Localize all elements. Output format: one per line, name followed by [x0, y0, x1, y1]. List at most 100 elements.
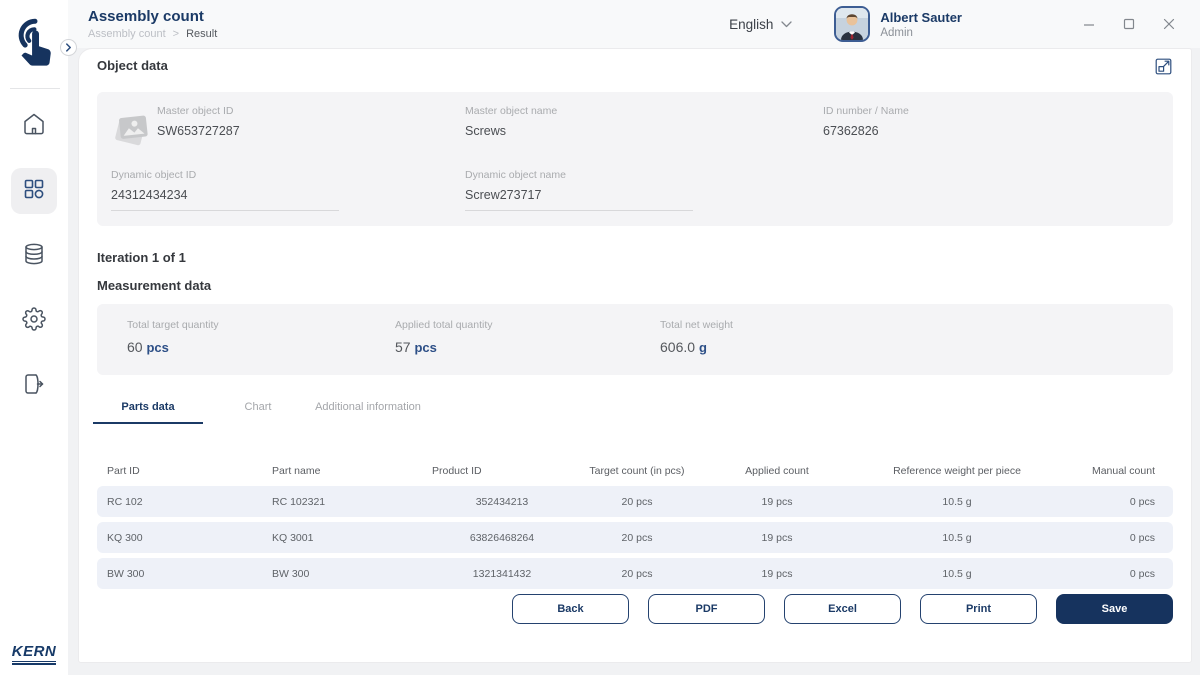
- field-label: Master object ID: [157, 105, 465, 117]
- cell-part-name: RC 102321: [262, 496, 432, 508]
- column-header: Applied count: [702, 465, 852, 486]
- chevron-down-icon: [781, 15, 792, 33]
- apps-grid-icon: [22, 177, 46, 206]
- dynamic-object-id-field: Dynamic object ID 24312434234: [111, 169, 465, 211]
- measurement-data-title: Measurement data: [97, 278, 1173, 293]
- pdf-button[interactable]: PDF: [648, 594, 765, 624]
- dynamic-object-name-field: Dynamic object name Screw273717: [465, 169, 823, 211]
- sidebar-item-apps[interactable]: [11, 168, 57, 214]
- language-label: English: [729, 17, 773, 32]
- cell-reference-weight: 10.5 g: [852, 532, 1062, 544]
- cell-part-id: RC 102: [97, 496, 262, 508]
- save-button[interactable]: Save: [1056, 594, 1173, 624]
- sidebar-expand-toggle[interactable]: [60, 39, 77, 56]
- result-card: Object data: [78, 48, 1192, 663]
- cell-part-name: BW 300: [262, 568, 432, 580]
- database-icon: [22, 242, 46, 271]
- expand-button[interactable]: [1155, 58, 1173, 76]
- id-number-name-field: ID number / Name 67362826: [823, 105, 1159, 138]
- topbar-right: English: [729, 6, 1200, 42]
- touch-gesture-logo-icon: [9, 14, 59, 75]
- cell-applied-count: 19 pcs: [702, 496, 852, 508]
- metric-value: 606.0: [660, 339, 695, 355]
- gear-icon: [22, 307, 46, 336]
- column-header: Product ID: [432, 465, 572, 486]
- sidebar-item-home[interactable]: [11, 103, 57, 149]
- column-header: Manual count: [1062, 465, 1173, 486]
- field-value: 67362826: [823, 124, 1159, 138]
- user-info: Albert Sauter Admin: [880, 10, 962, 39]
- logout-icon: [22, 372, 46, 401]
- cell-part-id: BW 300: [97, 568, 262, 580]
- column-header: Target count (in pcs): [572, 465, 702, 486]
- iteration-title: Iteration 1 of 1: [97, 250, 1173, 265]
- master-object-name-field: Master object name Screws: [465, 105, 823, 138]
- home-icon: [22, 112, 46, 141]
- sidebar-divider: [10, 88, 60, 89]
- sidebar-nav: [0, 103, 68, 409]
- metric-unit: pcs: [146, 340, 168, 355]
- object-data-title: Object data: [97, 58, 168, 73]
- column-header: Part ID: [97, 465, 262, 486]
- tab-parts-data[interactable]: Parts data: [93, 401, 203, 424]
- sidebar-item-logout[interactable]: [11, 363, 57, 409]
- kern-logo: KERN: [0, 643, 68, 665]
- column-header: Part name: [262, 465, 432, 486]
- metric-value: 57: [395, 339, 411, 355]
- applied-total-quantity-metric: Applied total quantity 57 pcs: [395, 319, 660, 355]
- image-placeholder-icon: [111, 111, 157, 152]
- metric-value: 60: [127, 339, 143, 355]
- dynamic-object-id-input[interactable]: 24312434234: [111, 188, 339, 211]
- chevron-right-icon: [64, 39, 73, 57]
- tab-additional-information[interactable]: Additional information: [313, 401, 423, 424]
- top-bar: Assembly count Assembly count > Result E…: [68, 0, 1200, 48]
- cell-product-id: 63826468264: [432, 532, 572, 544]
- metric-unit: g: [699, 340, 707, 355]
- tab-chart[interactable]: Chart: [203, 401, 313, 424]
- maximize-button[interactable]: [1122, 17, 1136, 31]
- object-data-panel: Master object ID SW653727287 Master obje…: [97, 92, 1173, 226]
- cell-product-id: 352434213: [432, 496, 572, 508]
- breadcrumb-separator: >: [173, 28, 179, 40]
- cell-target-count: 20 pcs: [572, 568, 702, 580]
- action-bar: Back PDF Excel Print Save: [97, 594, 1173, 624]
- sidebar-item-settings[interactable]: [11, 298, 57, 344]
- column-header: Reference weight per piece: [852, 465, 1062, 486]
- master-object-id-field: Master object ID SW653727287: [157, 105, 465, 138]
- cell-manual-count: 0 pcs: [1062, 496, 1173, 508]
- app-logo: [0, 0, 68, 88]
- dynamic-object-name-input[interactable]: Screw273717: [465, 188, 693, 211]
- parts-table: Part ID Part name Product ID Target coun…: [97, 465, 1173, 589]
- table-row[interactable]: KQ 300 KQ 3001 63826468264 20 pcs 19 pcs…: [97, 522, 1173, 553]
- field-label: Master object name: [465, 105, 823, 117]
- cell-target-count: 20 pcs: [572, 532, 702, 544]
- sidebar: KERN: [0, 0, 68, 675]
- minimize-button[interactable]: [1082, 17, 1096, 31]
- cell-part-id: KQ 300: [97, 532, 262, 544]
- title-block: Assembly count Assembly count > Result: [88, 8, 217, 40]
- metric-label: Total target quantity: [127, 319, 395, 331]
- print-button[interactable]: Print: [920, 594, 1037, 624]
- breadcrumb-parent[interactable]: Assembly count: [88, 28, 166, 40]
- table-header-row: Part ID Part name Product ID Target coun…: [97, 465, 1173, 486]
- metric-label: Total net weight: [660, 319, 1143, 331]
- user-name: Albert Sauter: [880, 10, 962, 26]
- back-button[interactable]: Back: [512, 594, 629, 624]
- cell-part-name: KQ 3001: [262, 532, 432, 544]
- field-label: Dynamic object ID: [111, 169, 465, 181]
- sidebar-item-database[interactable]: [11, 233, 57, 279]
- tab-bar: Parts data Chart Additional information: [93, 401, 1173, 424]
- table-row[interactable]: RC 102 RC 102321 352434213 20 pcs 19 pcs…: [97, 486, 1173, 517]
- user-menu[interactable]: Albert Sauter Admin: [834, 6, 962, 42]
- cell-manual-count: 0 pcs: [1062, 568, 1173, 580]
- cell-product-id: 1321341432: [432, 568, 572, 580]
- excel-button[interactable]: Excel: [784, 594, 901, 624]
- field-value: SW653727287: [157, 124, 465, 138]
- field-label: ID number / Name: [823, 105, 1159, 117]
- close-button[interactable]: [1162, 17, 1176, 31]
- language-selector[interactable]: English: [729, 15, 792, 33]
- metric-unit: pcs: [414, 340, 436, 355]
- table-row[interactable]: BW 300 BW 300 1321341432 20 pcs 19 pcs 1…: [97, 558, 1173, 589]
- metric-label: Applied total quantity: [395, 319, 660, 331]
- measurement-panel: Total target quantity 60 pcs Applied tot…: [97, 304, 1173, 375]
